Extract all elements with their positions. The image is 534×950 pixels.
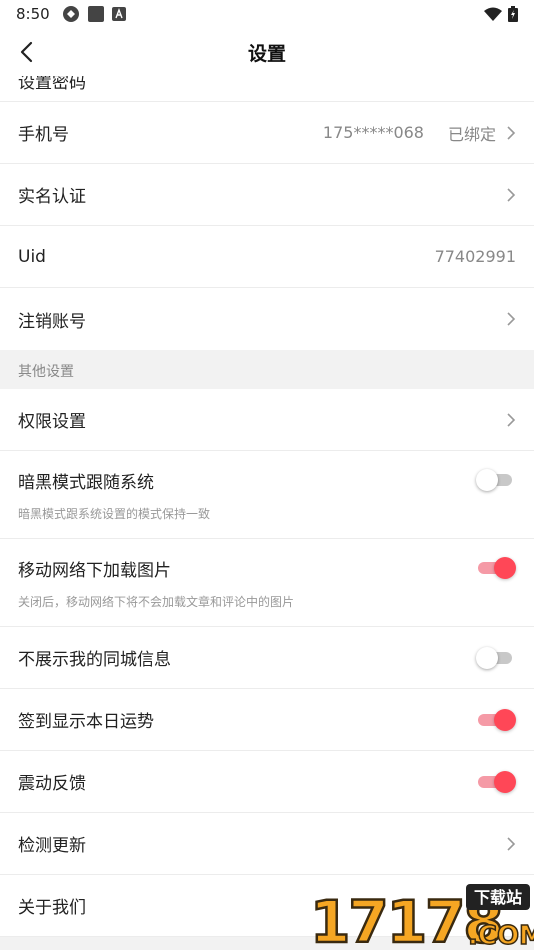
chevron-right-icon bbox=[507, 125, 516, 140]
deregister-row[interactable]: 注销账号 bbox=[0, 288, 534, 350]
font-icon bbox=[111, 7, 126, 21]
sign-fortune-label: 签到显示本日运势 bbox=[18, 712, 154, 732]
mobile-images-row: 移动网络下加载图片 关闭后，移动网络下将不会加载文章和评论中的图片 bbox=[0, 539, 534, 627]
uid-label: Uid bbox=[18, 246, 46, 267]
about-label: 关于我们 bbox=[18, 898, 86, 918]
phone-value: 175*****068 bbox=[322, 123, 424, 142]
hide-city-toggle[interactable] bbox=[476, 646, 516, 670]
status-time: 8:50 bbox=[16, 5, 50, 23]
square-icon bbox=[87, 6, 104, 22]
hide-city-label: 不展示我的同城信息 bbox=[18, 650, 171, 670]
chevron-right-icon bbox=[507, 312, 516, 326]
set-password-label: 设置密码 bbox=[18, 76, 86, 93]
section-header-other: 其他设置 bbox=[0, 352, 534, 390]
dark-mode-desc: 暗黑模式跟系统设置的模式保持一致 bbox=[18, 506, 211, 521]
check-update-row[interactable]: 检测更新 bbox=[0, 813, 534, 875]
page-title: 设置 bbox=[247, 42, 286, 65]
sign-fortune-toggle[interactable] bbox=[476, 708, 516, 732]
sign-fortune-row: 签到显示本日运势 bbox=[0, 689, 534, 751]
real-name-row[interactable]: 实名认证 bbox=[0, 164, 534, 226]
mobile-images-label: 移动网络下加载图片 bbox=[18, 560, 171, 581]
nav-bar: 设置 bbox=[0, 28, 534, 76]
phone-status: 已绑定 bbox=[447, 124, 496, 144]
mobile-images-toggle[interactable] bbox=[476, 556, 516, 580]
vibration-toggle[interactable] bbox=[476, 770, 516, 794]
status-icons-left bbox=[62, 5, 126, 23]
watermark-badge: 下载站 bbox=[474, 888, 522, 907]
dark-mode-toggle[interactable] bbox=[476, 468, 516, 492]
wifi-icon bbox=[484, 7, 502, 21]
deregister-label: 注销账号 bbox=[18, 311, 86, 332]
phone-label: 手机号 bbox=[18, 125, 69, 145]
real-name-label: 实名认证 bbox=[18, 187, 86, 207]
chevron-right-icon bbox=[507, 412, 516, 427]
check-update-label: 检测更新 bbox=[18, 836, 86, 856]
mobile-images-desc: 关闭后，移动网络下将不会加载文章和评论中的图片 bbox=[18, 594, 295, 609]
vibration-label: 震动反馈 bbox=[18, 774, 86, 794]
back-button[interactable] bbox=[12, 38, 40, 66]
chevron-right-icon bbox=[507, 187, 516, 202]
toggle-knob bbox=[476, 469, 498, 491]
toggle-knob bbox=[494, 557, 516, 579]
chevron-right-icon bbox=[507, 836, 516, 851]
permissions-label: 权限设置 bbox=[18, 412, 86, 432]
chevron-left-icon bbox=[20, 41, 33, 63]
settings-list[interactable]: 设置密码 手机号 175*****068 已绑定 实名认证 Uid 774029… bbox=[0, 76, 534, 950]
status-bar: 8:50 bbox=[0, 0, 534, 28]
dark-mode-label: 暗黑模式跟随系统 bbox=[18, 472, 154, 493]
uid-value: 77402991 bbox=[434, 247, 516, 266]
permissions-row[interactable]: 权限设置 bbox=[0, 389, 534, 451]
hide-city-row: 不展示我的同城信息 bbox=[0, 627, 534, 689]
phone-row[interactable]: 手机号 175*****068 已绑定 bbox=[0, 102, 534, 164]
uid-row: Uid 77402991 bbox=[0, 226, 534, 288]
watermark-logo: 17178 下载站 .COM bbox=[309, 884, 534, 950]
toggle-knob bbox=[476, 646, 498, 669]
sync-icon bbox=[62, 6, 79, 22]
set-password-row[interactable]: 设置密码 bbox=[0, 76, 534, 102]
vibration-row: 震动反馈 bbox=[0, 751, 534, 813]
watermark-domain: .COM bbox=[468, 921, 534, 950]
dark-mode-row: 暗黑模式跟随系统 暗黑模式跟系统设置的模式保持一致 bbox=[0, 451, 534, 539]
battery-icon bbox=[508, 6, 518, 22]
toggle-knob bbox=[494, 708, 516, 731]
toggle-knob bbox=[494, 770, 516, 793]
status-icons-right bbox=[484, 6, 518, 22]
